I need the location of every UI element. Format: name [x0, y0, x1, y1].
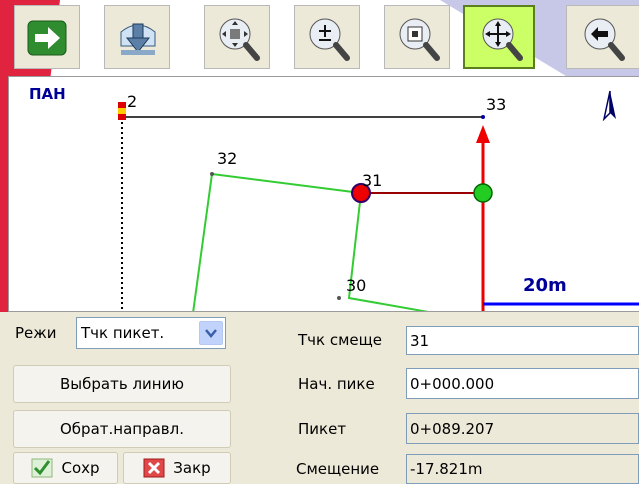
close-button-label: Закр	[173, 459, 211, 477]
mode-select[interactable]: Тчк пикет.	[76, 317, 226, 349]
download-button[interactable]	[104, 5, 170, 69]
select-line-button[interactable]: Выбрать линию	[13, 365, 231, 403]
map-view[interactable]: ПАН 2 33 32 31 30 20m	[8, 76, 639, 312]
zoom-previous-button[interactable]	[566, 5, 639, 69]
zoom-pan-button[interactable]	[463, 5, 535, 69]
next-button[interactable]	[14, 5, 80, 69]
scale-label: 20m	[523, 275, 567, 296]
mode-label: Режи	[15, 324, 57, 342]
zoom-pan-icon	[482, 18, 523, 61]
offset-value-field: -17.821m	[406, 454, 639, 484]
save-button-label: Сохр	[61, 459, 100, 477]
toolbar	[0, 0, 639, 75]
station-value-field: 0+089.207	[406, 413, 639, 444]
close-icon	[143, 458, 165, 478]
chevron-down-icon[interactable]	[199, 321, 223, 345]
checkmark-icon	[31, 458, 53, 478]
reverse-direction-button[interactable]: Обрат.направл.	[13, 410, 231, 448]
point-33-marker	[481, 115, 485, 119]
point-label: 30	[346, 276, 367, 295]
point-30-marker	[337, 296, 341, 300]
offset-point-field[interactable]: 31	[406, 326, 639, 355]
north-arrow-icon	[602, 90, 616, 122]
close-button[interactable]: Закр	[123, 452, 231, 484]
offset-point-label: Тчк смеще	[298, 331, 383, 349]
station-label: Пикет	[298, 420, 347, 438]
point-label: 32	[217, 149, 238, 168]
point-label: 2	[127, 92, 138, 111]
zoom-extents-button[interactable]	[204, 5, 270, 69]
zoom-window-button[interactable]	[384, 5, 450, 69]
point-32-marker	[210, 172, 214, 176]
download-icon	[120, 23, 156, 55]
zoom-previous-icon	[584, 18, 625, 61]
mode-select-value: Тчк пикет.	[81, 324, 165, 342]
point-label: 31	[362, 171, 383, 190]
offset-label: Смещение	[296, 460, 380, 478]
zoom-extents-icon	[219, 18, 260, 61]
save-button[interactable]: Сохр	[13, 452, 118, 484]
zoom-window-icon	[399, 18, 440, 61]
zoom-in-out-icon	[309, 18, 350, 61]
start-station-field[interactable]: 0+000.000	[406, 368, 639, 399]
zoom-in-out-button[interactable]	[294, 5, 360, 69]
alignment-polyline	[192, 172, 429, 311]
station-point-marker	[473, 183, 493, 203]
start-station-label: Нач. пике	[298, 375, 375, 393]
station-arrow	[476, 125, 490, 143]
point-2-marker	[118, 102, 126, 108]
next-arrow-icon	[27, 20, 67, 56]
point-label: 33	[486, 95, 507, 114]
